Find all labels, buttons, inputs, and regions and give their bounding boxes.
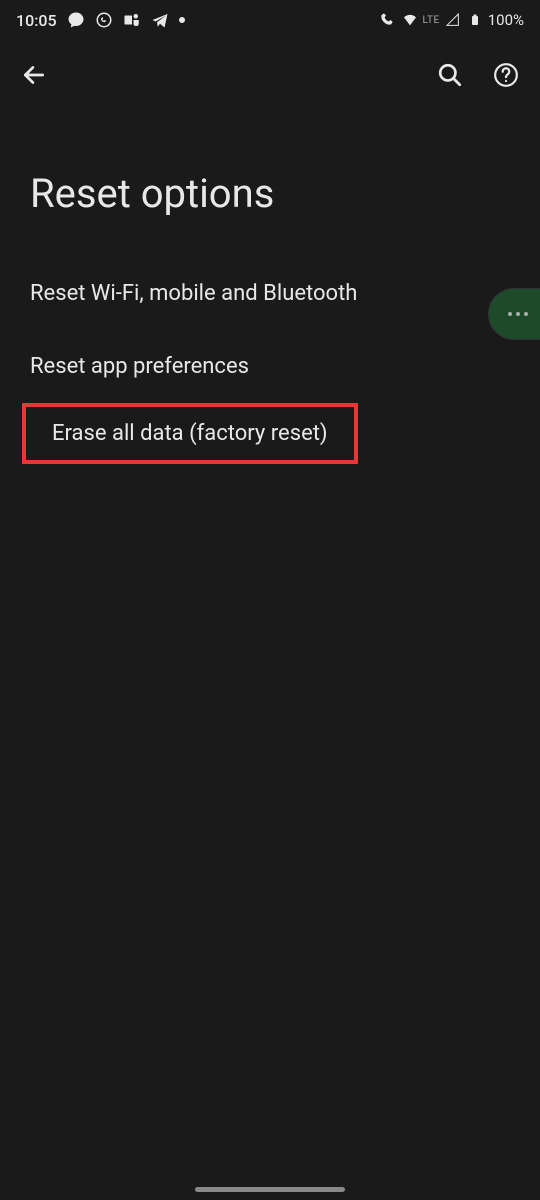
status-bar: 10:05 LTE 100% [0, 0, 540, 40]
signal-icon [444, 11, 462, 29]
option-list: Reset Wi-Fi, mobile and Bluetooth Reset … [0, 257, 540, 464]
arrow-left-icon [21, 62, 47, 88]
wifi-calling-icon [379, 11, 397, 29]
chat-icon [67, 11, 85, 29]
help-icon [493, 62, 519, 88]
help-button[interactable] [492, 61, 520, 89]
battery-percent: 100% [488, 11, 524, 29]
telegram-icon [151, 11, 169, 29]
navigation-handle[interactable] [195, 1187, 345, 1192]
whatsapp-icon [95, 11, 113, 29]
option-erase-all-data[interactable]: Erase all data (factory reset) [22, 403, 358, 464]
network-label: LTE [423, 15, 440, 26]
overflow-fab[interactable] [488, 288, 540, 340]
status-left: 10:05 [16, 11, 185, 30]
search-button[interactable] [436, 61, 464, 89]
more-horizontal-icon [508, 312, 528, 316]
option-reset-app-preferences[interactable]: Reset app preferences [0, 330, 540, 403]
page-title: Reset options [0, 110, 540, 257]
status-right: LTE 100% [379, 11, 524, 29]
wifi-icon [401, 11, 419, 29]
app-bar [0, 40, 540, 110]
back-button[interactable] [20, 61, 48, 89]
teams-icon [123, 11, 141, 29]
battery-icon [466, 11, 484, 29]
more-notifications-dot [179, 17, 185, 23]
option-reset-wifi-mobile-bluetooth[interactable]: Reset Wi-Fi, mobile and Bluetooth [0, 257, 540, 330]
search-icon [437, 62, 463, 88]
status-time: 10:05 [16, 11, 57, 30]
